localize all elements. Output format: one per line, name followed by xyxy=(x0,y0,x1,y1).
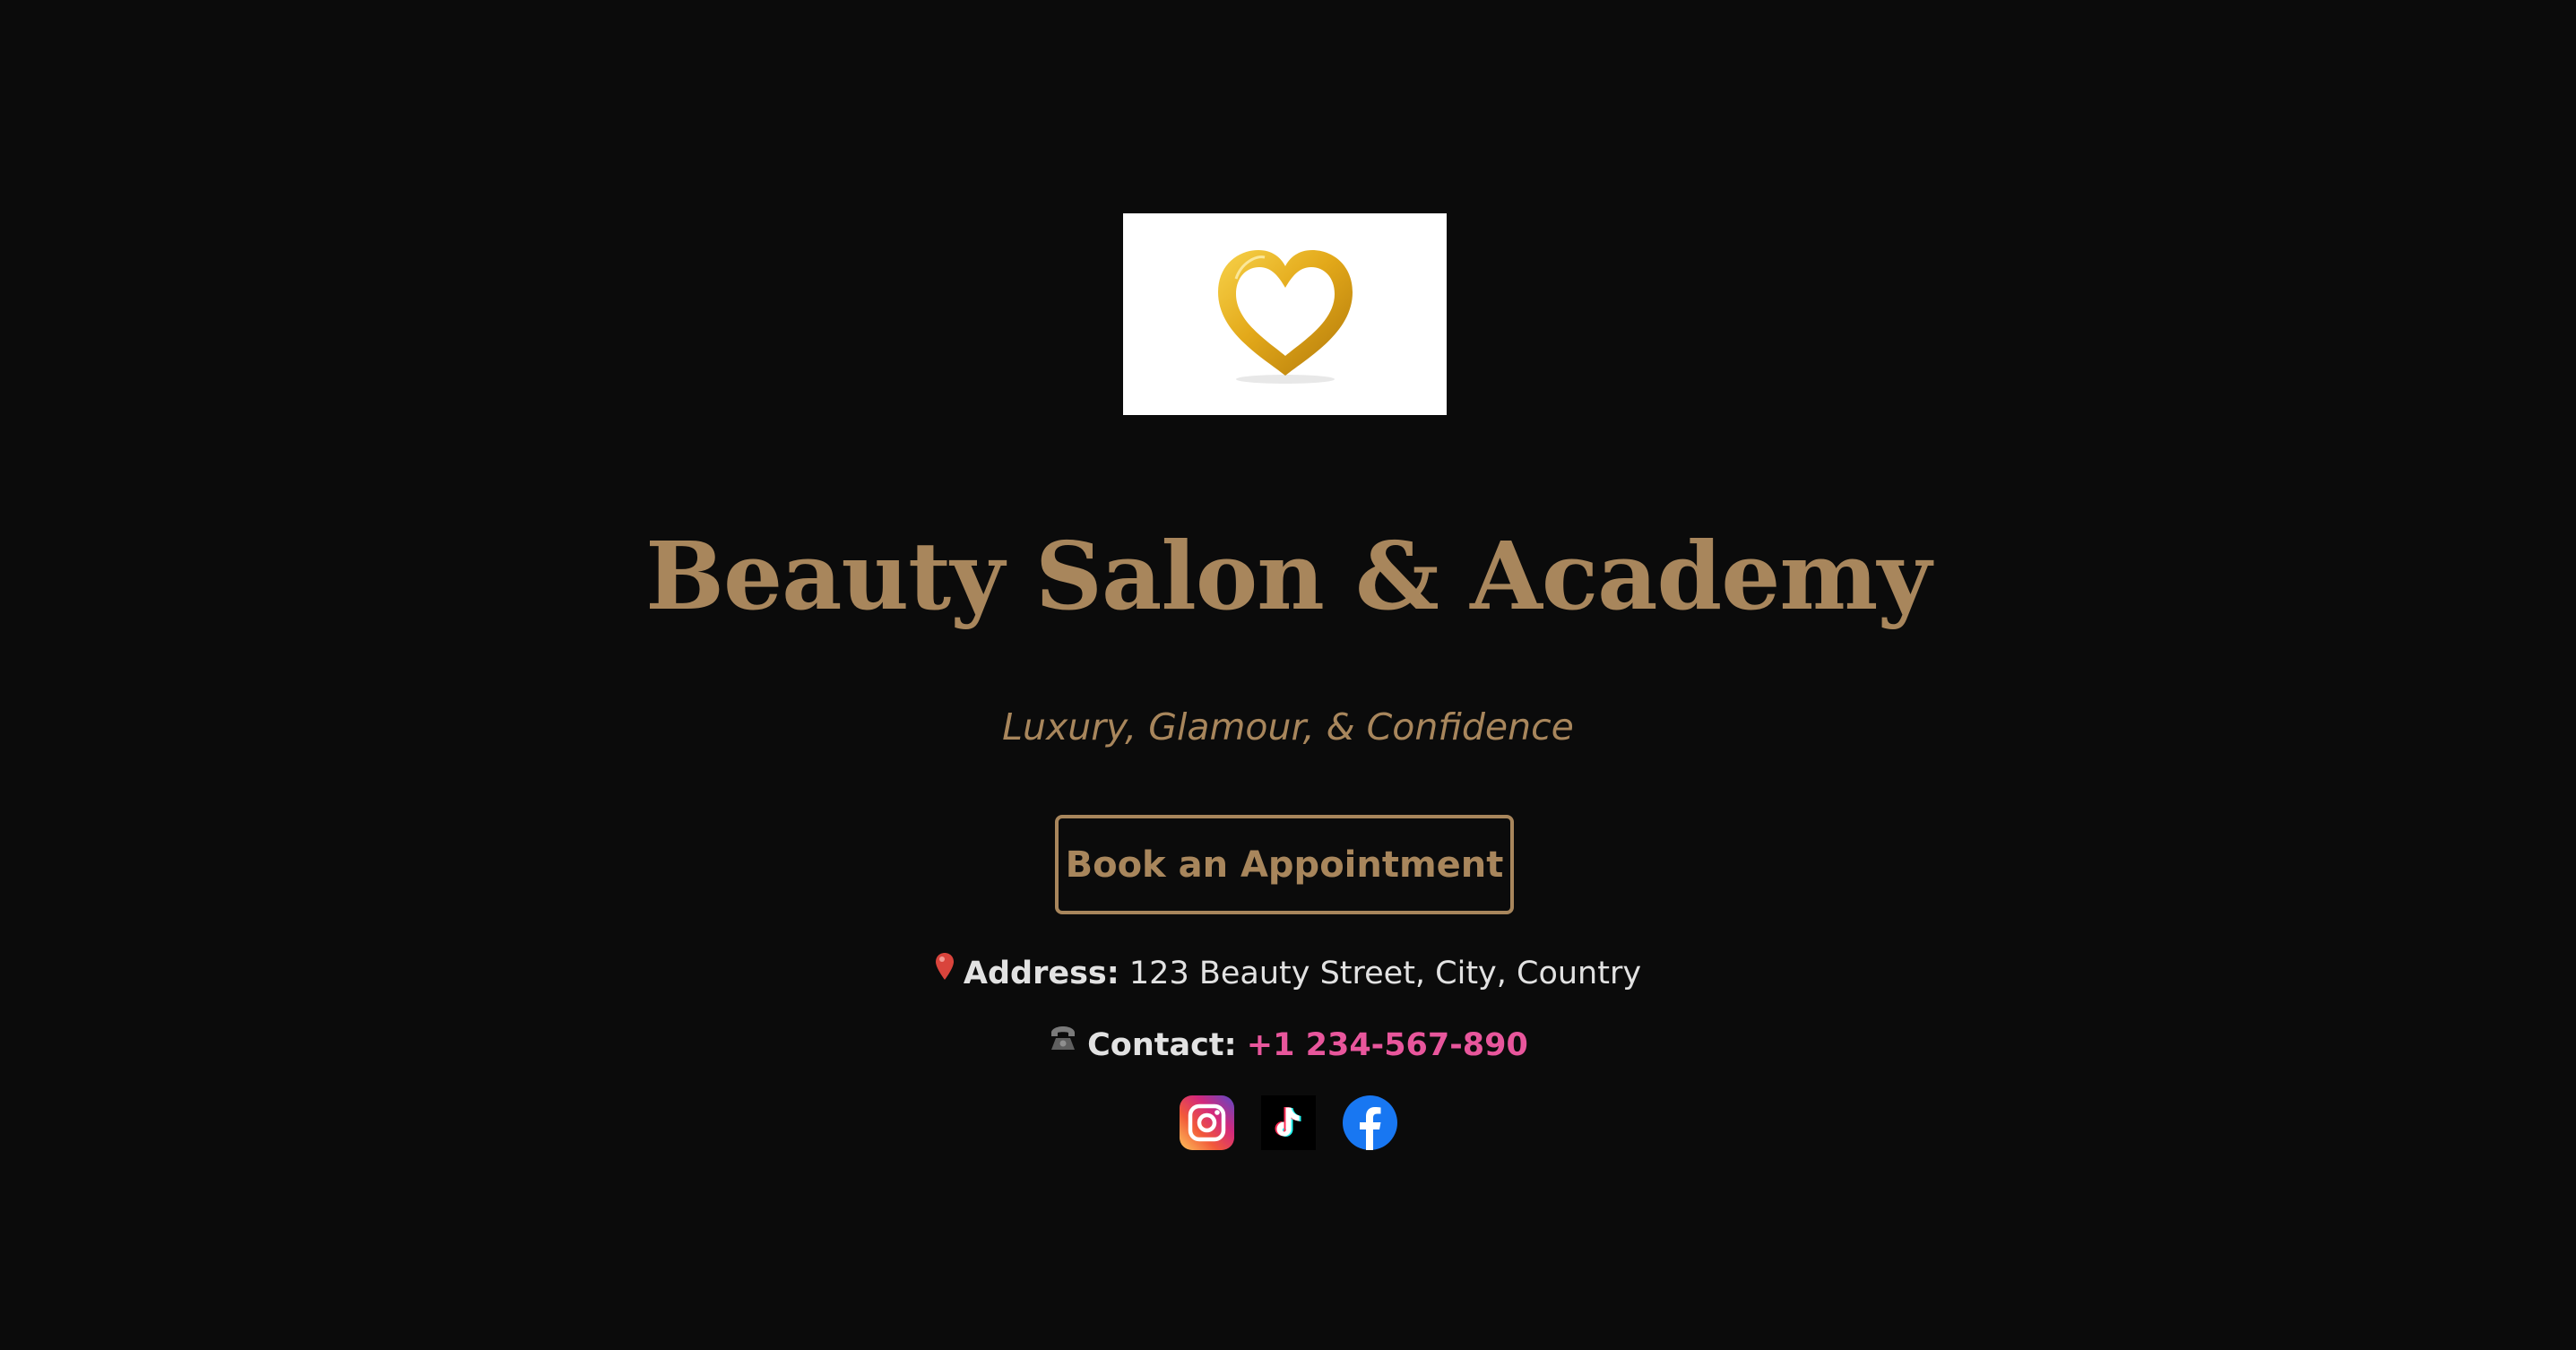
landing-page: Beauty Salon & Academy Luxury, Glamour, … xyxy=(0,0,2576,1350)
logo xyxy=(1123,213,1447,415)
address-line: Address: 123 Beauty Street, City, Countr… xyxy=(0,948,2576,1000)
social-links xyxy=(0,1095,2576,1150)
address-label: Address: xyxy=(963,956,1119,991)
facebook-icon xyxy=(1342,1095,1397,1150)
instagram-icon xyxy=(1179,1095,1234,1150)
tiktok-icon xyxy=(1260,1095,1316,1150)
contact-label: Contact: xyxy=(1087,1027,1237,1063)
instagram-link[interactable] xyxy=(1179,1095,1234,1150)
phone-icon xyxy=(1048,1017,1078,1068)
contact-line: Contact: +1 234-567-890 xyxy=(0,1020,2576,1071)
tiktok-link[interactable] xyxy=(1260,1095,1316,1150)
facebook-link[interactable] xyxy=(1342,1095,1397,1150)
pin-icon xyxy=(935,946,955,996)
gold-heart-icon xyxy=(1217,249,1353,384)
address-value: 123 Beauty Street, City, Country xyxy=(1128,956,1642,991)
phone-link[interactable]: +1 234-567-890 xyxy=(1247,1027,1528,1063)
page-title: Beauty Salon & Academy xyxy=(645,521,1932,631)
tagline: Luxury, Glamour, & Confidence xyxy=(1002,705,1574,749)
book-appointment-button[interactable]: Book an Appointment xyxy=(1055,815,1514,914)
